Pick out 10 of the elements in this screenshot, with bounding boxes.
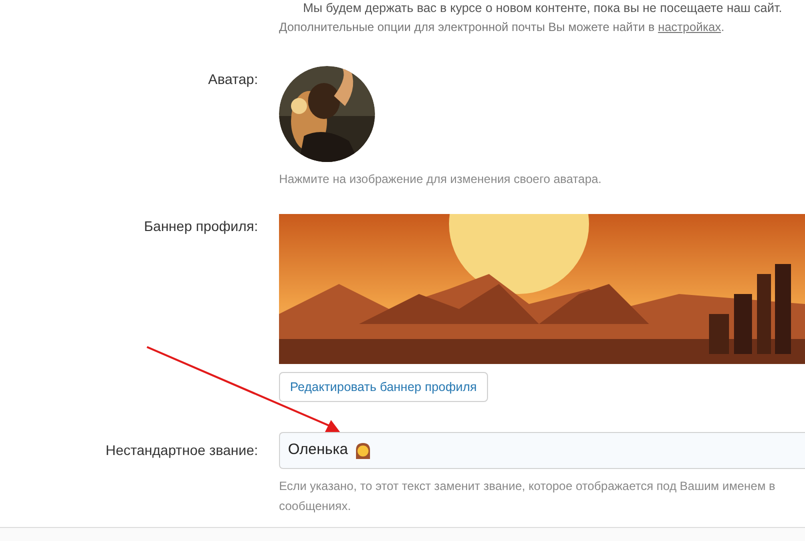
settings-link[interactable]: настройках [658,20,722,34]
avatar-hint: Нажмите на изображение для изменения своего аватара. [279,171,602,188]
email-options-text: Дополнительные опции для электронной почты Вы можете найти в настройках. [279,19,726,36]
banner-label: Баннер профиля: [144,217,258,236]
custom-title-hint: Если указано, то этот текст заменит звание, которое отображается под Вашим именем в сообщениях. [279,478,776,515]
custom-title-field[interactable]: Оленька [279,432,805,469]
email-note: Мы будем держать вас в курсе о новом контенте, пока вы не посещаете наш сайт. [302,0,782,17]
edit-banner-button[interactable]: Редактировать баннер профиля [279,372,488,402]
avatar-label: Аватар: [208,70,258,89]
custom-title-label: Нестандартное звание: [106,441,258,460]
